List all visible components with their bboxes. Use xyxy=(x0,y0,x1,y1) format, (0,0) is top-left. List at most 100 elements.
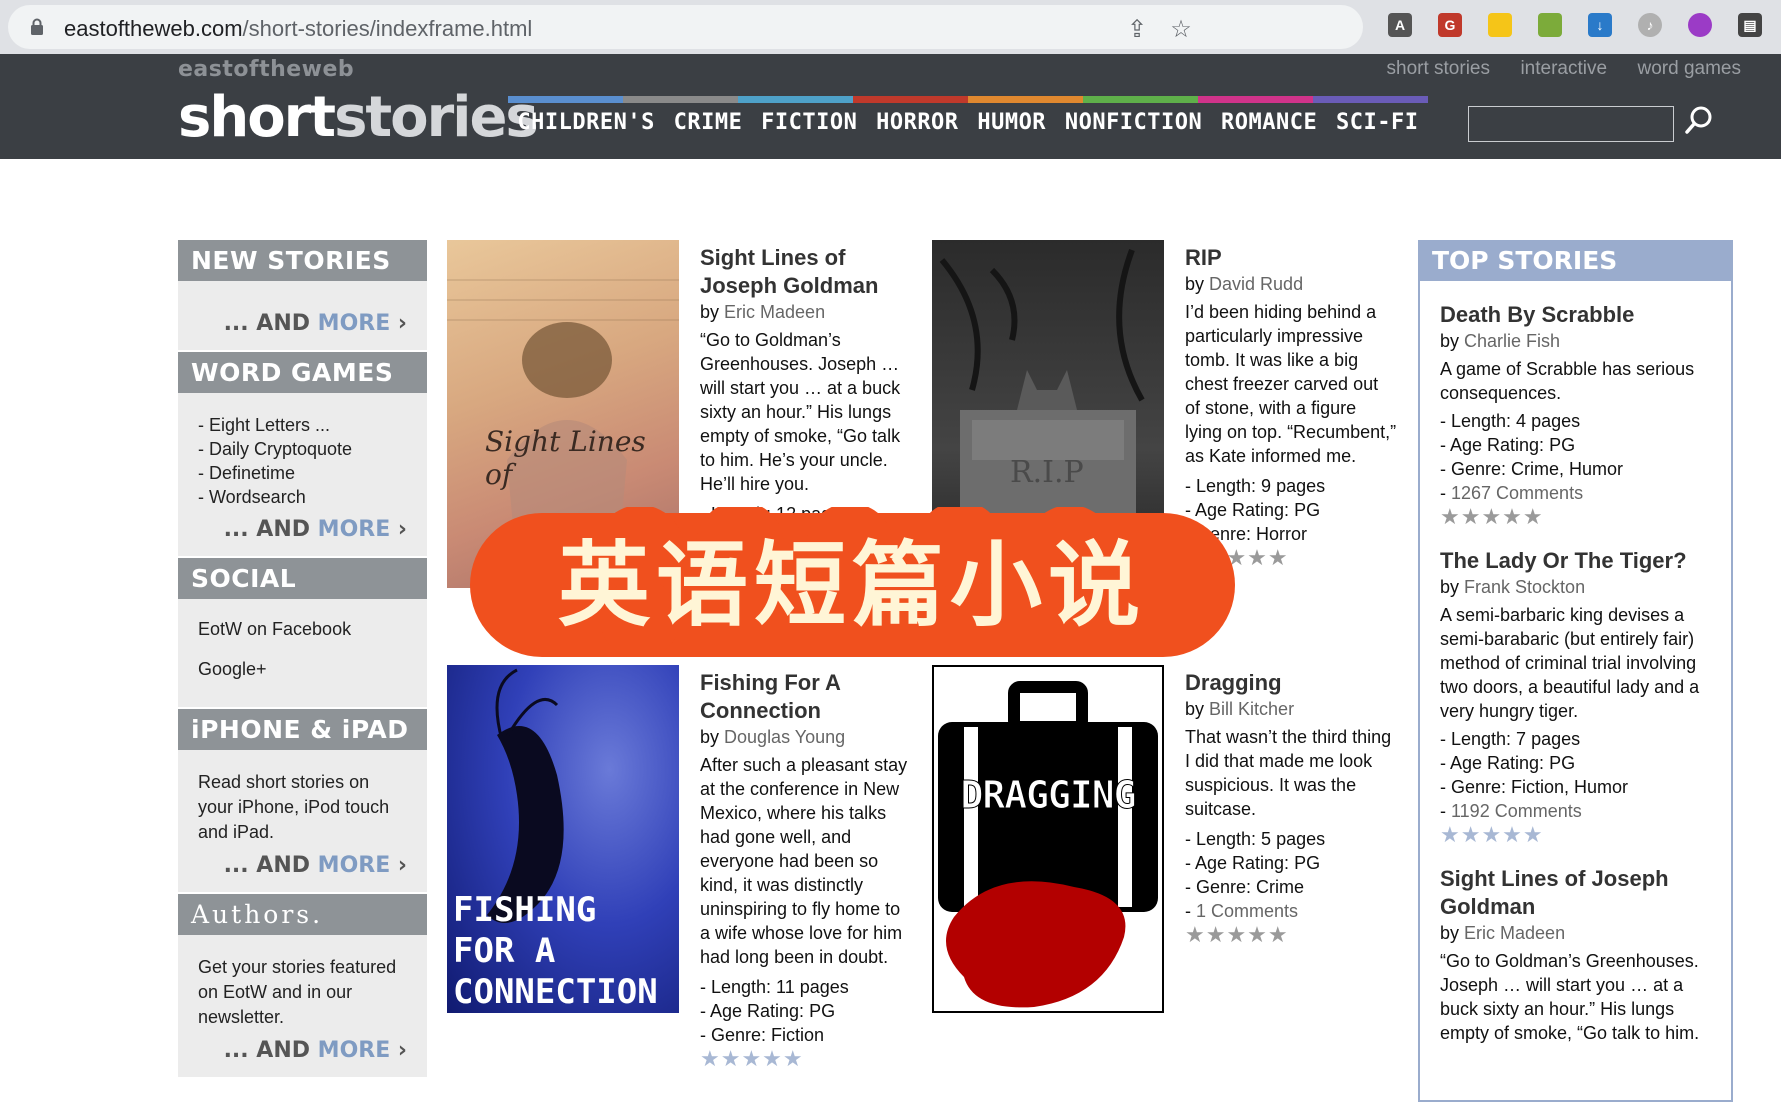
nav-fiction[interactable]: FICTION xyxy=(761,110,857,135)
story-genre: - Genre: Fiction xyxy=(700,1025,825,1045)
top-story-comments-link[interactable]: 1267 Comments xyxy=(1451,483,1583,503)
left-sidebar: NEW STORIES ... AND MORE › WORD GAMES - … xyxy=(178,240,427,1077)
story-comments-link[interactable]: 1 Comments xyxy=(1196,901,1298,921)
new-stories-more-link[interactable]: ... AND MORE › xyxy=(198,303,407,336)
link-short-stories[interactable]: short stories xyxy=(1387,58,1490,80)
category-color-segment xyxy=(508,96,623,103)
nav-humor[interactable]: HUMOR xyxy=(977,110,1046,135)
thumb-line: FOR A xyxy=(453,931,556,971)
nav-scifi[interactable]: SCI-FI xyxy=(1336,110,1418,135)
top-story-title[interactable]: Sight Lines of Joseph Goldman xyxy=(1440,865,1711,921)
story-author[interactable]: Eric Madeen xyxy=(724,302,825,322)
by-label: by xyxy=(1185,699,1205,719)
search-input[interactable] xyxy=(1468,106,1674,142)
word-game-item[interactable]: - Daily Cryptoquote xyxy=(198,437,407,461)
new-stories-box: ... AND MORE › xyxy=(178,281,427,350)
nav-romance[interactable]: ROMANCE xyxy=(1221,110,1317,135)
word-game-item[interactable]: - Eight Letters ... xyxy=(198,413,407,437)
extension-icon[interactable] xyxy=(1488,13,1512,37)
social-box: EotW on Facebook Google+ xyxy=(178,599,427,707)
thumb-title: DRAGGING xyxy=(960,773,1137,818)
top-stories-heading: TOP STORIES xyxy=(1420,240,1731,281)
more-word: MORE xyxy=(317,517,391,542)
story-thumbnail[interactable]: DRAGGING xyxy=(932,665,1164,1013)
story-title[interactable]: Sight Lines of Joseph Goldman xyxy=(700,244,912,300)
story-title[interactable]: Dragging xyxy=(1185,669,1397,697)
top-story-age-rating: - Age Rating: PG xyxy=(1440,753,1576,773)
share-icon[interactable]: ⇪ xyxy=(1124,17,1150,43)
story-thumbnail[interactable]: FISHING FOR A CONNECTION xyxy=(447,665,679,1013)
banner-text: 英语短篇小说 xyxy=(558,532,1146,639)
url-text: eastoftheweb.com/short-stories/indexfram… xyxy=(64,16,532,42)
category-color-segment xyxy=(623,96,738,103)
top-story-author[interactable]: Eric Madeen xyxy=(1464,923,1565,943)
nav-horror[interactable]: HORROR xyxy=(876,110,958,135)
star-icon[interactable]: ☆ xyxy=(1168,17,1194,43)
story-excerpt: I’d been hiding behind a particularly im… xyxy=(1185,302,1397,466)
story-length: - Length: 11 pages xyxy=(700,977,849,997)
search-icon[interactable] xyxy=(1683,104,1715,136)
story-author[interactable]: Douglas Young xyxy=(724,727,845,747)
link-word-games[interactable]: word games xyxy=(1638,58,1742,80)
address-bar[interactable]: eastoftheweb.com/short-stories/indexfram… xyxy=(8,5,1363,49)
word-games-more-link[interactable]: ... AND MORE › xyxy=(198,509,407,542)
category-color-segment xyxy=(1313,96,1428,103)
authors-more-link[interactable]: ... AND MORE › xyxy=(198,1030,407,1063)
nav-crime[interactable]: CRIME xyxy=(674,110,743,135)
nav-nonfiction[interactable]: NONFICTION xyxy=(1065,110,1202,135)
top-story-excerpt: “Go to Goldman’s Greenhouses. Joseph … w… xyxy=(1440,951,1700,1043)
category-color-segment xyxy=(1198,96,1313,103)
by-label: by xyxy=(1440,923,1460,943)
category-nav: CHILDREN'S CRIME FICTION HORROR HUMOR NO… xyxy=(508,110,1428,135)
top-story-length: - Length: 7 pages xyxy=(1440,729,1581,749)
category-color-segment xyxy=(968,96,1083,103)
by-label: by xyxy=(1440,577,1460,597)
category-color-segment xyxy=(738,96,853,103)
top-story-author[interactable]: Frank Stockton xyxy=(1464,577,1585,597)
story-length: - Length: 9 pages xyxy=(1185,476,1326,496)
download-icon[interactable]: ↓ xyxy=(1588,13,1612,37)
top-story-genre: - Genre: Fiction, Humor xyxy=(1440,777,1629,797)
story-title[interactable]: RIP xyxy=(1185,244,1397,272)
story-author[interactable]: Bill Kitcher xyxy=(1209,699,1294,719)
google-plus-link[interactable]: Google+ xyxy=(198,649,407,689)
nav-childrens[interactable]: CHILDREN'S xyxy=(517,110,654,135)
top-story-comments-link[interactable]: 1192 Comments xyxy=(1451,801,1582,821)
category-color-segment xyxy=(1083,96,1198,103)
extension-icon[interactable]: A xyxy=(1388,13,1412,37)
iphone-more-link[interactable]: ... AND MORE › xyxy=(198,845,407,878)
story-title[interactable]: Fishing For A Connection xyxy=(700,669,912,725)
link-interactive[interactable]: interactive xyxy=(1520,58,1607,80)
by-label: by xyxy=(1185,274,1205,294)
story-author[interactable]: David Rudd xyxy=(1209,274,1303,294)
music-icon[interactable]: ♪ xyxy=(1638,13,1662,37)
logo-part-2: stories xyxy=(334,85,539,150)
reader-icon[interactable]: ▤ xyxy=(1738,13,1762,37)
profile-icon[interactable] xyxy=(1688,13,1712,37)
site-logo[interactable]: shortstories xyxy=(178,85,539,150)
brand-small[interactable]: eastoftheweb xyxy=(178,57,354,82)
top-story-title[interactable]: The Lady Or The Tiger? xyxy=(1440,547,1711,575)
extension-icon[interactable] xyxy=(1538,13,1562,37)
category-color-segment xyxy=(853,96,968,103)
top-story-author[interactable]: Charlie Fish xyxy=(1464,331,1560,351)
thumb-line: FISHING xyxy=(453,890,597,930)
thumb-title: R.I.P xyxy=(1010,455,1084,490)
chevron-right-icon: › xyxy=(397,1038,407,1063)
word-game-item[interactable]: - Wordsearch xyxy=(198,485,407,509)
story-card-fishing: Fishing For A Connection by Douglas Youn… xyxy=(700,669,912,1071)
social-heading: SOCIAL xyxy=(178,558,427,599)
thumb-line: CONNECTION xyxy=(453,972,658,1012)
top-story-item: The Lady Or The Tiger? by Frank Stockton… xyxy=(1440,547,1711,847)
top-story-length: - Length: 4 pages xyxy=(1440,411,1581,431)
top-story-title[interactable]: Death By Scrabble xyxy=(1440,301,1711,329)
top-stories-panel: TOP STORIES Death By Scrabble by Charlie… xyxy=(1418,240,1733,1102)
url-domain: eastoftheweb.com xyxy=(64,16,243,41)
site-header: eastoftheweb shortstories short stories … xyxy=(0,54,1781,159)
extension-icon[interactable]: G xyxy=(1438,13,1462,37)
new-stories-heading: NEW STORIES xyxy=(178,240,427,281)
word-game-item[interactable]: - Definetime xyxy=(198,461,407,485)
facebook-link[interactable]: EotW on Facebook xyxy=(198,609,407,649)
dragging-cover-art xyxy=(938,681,1158,1008)
story-age-rating: - Age Rating: PG xyxy=(700,1001,836,1021)
